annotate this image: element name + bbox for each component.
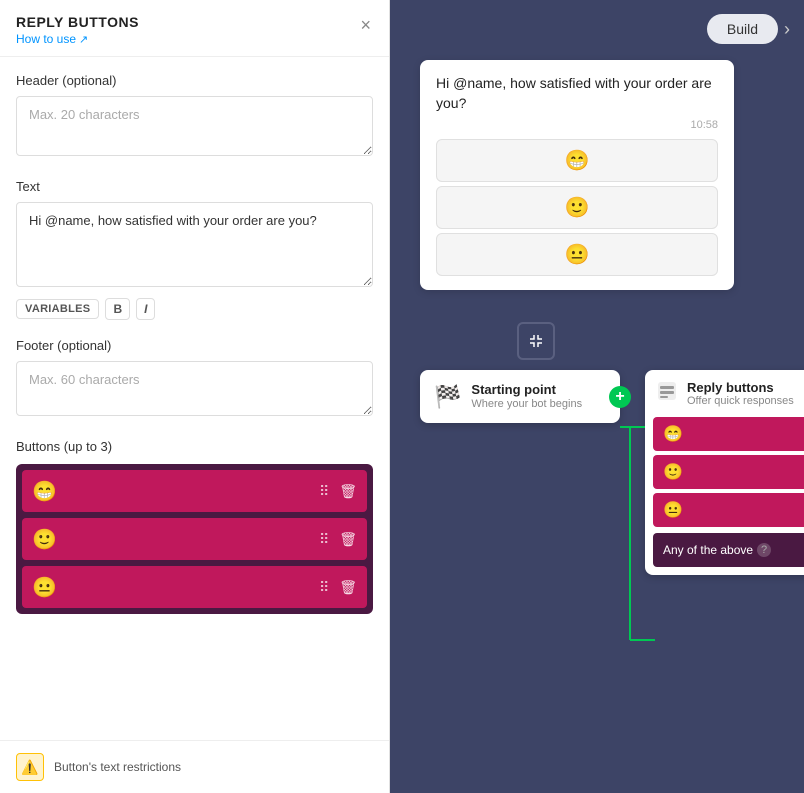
collapse-button[interactable] xyxy=(517,322,555,360)
delete-icon-2[interactable]: 🗑 xyxy=(339,531,357,548)
chat-timestamp: 10:58 xyxy=(436,119,718,131)
panel-subtitle-link[interactable]: How to use ↗ xyxy=(16,32,139,46)
rb-node-text: Reply buttons Offer quick responses xyxy=(687,380,794,407)
build-button[interactable]: Build xyxy=(707,14,778,44)
button-row-1[interactable]: 😁 ⠿ 🗑 xyxy=(22,470,367,512)
header-input[interactable] xyxy=(16,96,373,156)
rb-list-icon xyxy=(657,381,677,406)
header-label: Header (optional) xyxy=(16,73,373,88)
rb-node-header: Reply buttons Offer quick responses xyxy=(645,370,804,417)
right-panel: Build › Hi @name, how satisfied with you… xyxy=(390,0,804,793)
panel-title-group: REPLY BUTTONS How to use ↗ xyxy=(16,14,139,46)
flag-icon: 🏁 xyxy=(434,384,461,410)
panel-body: Header (optional) Text Hi @name, how sat… xyxy=(0,57,389,740)
chat-message-text: Hi @name, how satisfied with your order … xyxy=(436,74,718,113)
italic-button[interactable]: I xyxy=(136,298,155,320)
button-3-emoji: 😐 xyxy=(32,575,319,600)
starting-point-title: Starting point xyxy=(471,382,582,397)
chat-bubble: Hi @name, how satisfied with your order … xyxy=(420,60,734,290)
rb-node-btn-3: 😐 + xyxy=(653,493,804,527)
rb-node-btn-1: 😁 + xyxy=(653,417,804,451)
drag-icon-3[interactable]: ⠿ xyxy=(319,579,329,596)
drag-icon-2[interactable]: ⠿ xyxy=(319,531,329,548)
chat-emoji-buttons: 😁 🙂 😐 xyxy=(436,139,718,276)
rb-node-subtitle: Offer quick responses xyxy=(687,395,794,407)
buttons-container: 😁 ⠿ 🗑 🙂 ⠿ 🗑 😐 ⠿ xyxy=(16,464,373,614)
header-section: Header (optional) xyxy=(16,73,373,161)
close-button[interactable]: × xyxy=(358,14,373,36)
button-1-actions: ⠿ 🗑 xyxy=(319,483,357,500)
footer-input[interactable] xyxy=(16,361,373,416)
footer-section: Footer (optional) xyxy=(16,338,373,421)
panel-title: REPLY BUTTONS xyxy=(16,14,139,30)
button-3-actions: ⠿ 🗑 xyxy=(319,579,357,596)
rb-node-buttons: 😁 + 🙂 + 😐 + xyxy=(645,417,804,527)
external-link-icon: ↗ xyxy=(79,33,88,46)
chat-emoji-btn-3[interactable]: 😐 xyxy=(436,233,718,276)
chat-area: Hi @name, how satisfied with your order … xyxy=(420,60,774,290)
starting-point-header: 🏁 Starting point Where your bot begins xyxy=(434,382,606,411)
starting-point-subtitle: Where your bot begins xyxy=(471,397,582,411)
variables-button[interactable]: VARIABLES xyxy=(16,299,99,319)
bold-button[interactable]: B xyxy=(105,298,130,320)
button-row-3[interactable]: 😐 ⠿ 🗑 xyxy=(22,566,367,608)
chat-emoji-btn-1[interactable]: 😁 xyxy=(436,139,718,182)
reply-buttons-icon xyxy=(657,381,677,401)
starting-point-node: 🏁 Starting point Where your bot begins + xyxy=(420,370,620,423)
footer-label: Footer (optional) xyxy=(16,338,373,353)
rb-node-btn-2: 🙂 + xyxy=(653,455,804,489)
text-toolbar: VARIABLES B I xyxy=(16,292,373,320)
button-2-actions: ⠿ 🗑 xyxy=(319,531,357,548)
rb-any-text-group: Any of the above ? xyxy=(663,543,771,557)
rb-node-emoji-1: 😁 xyxy=(663,424,683,444)
buttons-label: Buttons (up to 3) xyxy=(16,439,373,454)
drag-icon-1[interactable]: ⠿ xyxy=(319,483,329,500)
button-row-2[interactable]: 🙂 ⠿ 🗑 xyxy=(22,518,367,560)
restriction-bar: ⚠️ Button's text restrictions xyxy=(0,740,389,793)
delete-icon-3[interactable]: 🗑 xyxy=(339,579,357,596)
button-1-emoji: 😁 xyxy=(32,479,319,504)
restriction-text: Button's text restrictions xyxy=(54,760,181,774)
any-question-icon: ? xyxy=(757,543,771,557)
warning-icon: ⚠️ xyxy=(16,753,44,781)
rb-node-emoji-3: 😐 xyxy=(663,500,683,520)
starting-point-text: Starting point Where your bot begins xyxy=(471,382,582,411)
top-bar: Build › xyxy=(707,14,790,44)
rb-node-emoji-2: 🙂 xyxy=(663,462,683,482)
delete-icon-1[interactable]: 🗑 xyxy=(339,483,357,500)
left-panel: REPLY BUTTONS How to use ↗ × Header (opt… xyxy=(0,0,390,793)
chat-emoji-btn-2[interactable]: 🙂 xyxy=(436,186,718,229)
rb-any-row: Any of the above ? + xyxy=(653,533,804,567)
rb-any-label: Any of the above xyxy=(663,543,753,557)
compress-icon xyxy=(528,333,544,349)
buttons-section: Buttons (up to 3) 😁 ⠿ 🗑 🙂 ⠿ 🗑 xyxy=(16,439,373,614)
more-button[interactable]: › xyxy=(784,19,790,40)
panel-header: REPLY BUTTONS How to use ↗ × xyxy=(0,0,389,57)
text-label: Text xyxy=(16,179,373,194)
starting-point-plus[interactable]: + xyxy=(609,386,631,408)
text-input[interactable]: Hi @name, how satisfied with your order … xyxy=(16,202,373,287)
rb-node-title: Reply buttons xyxy=(687,380,794,395)
reply-buttons-node: Reply buttons Offer quick responses 😁 + … xyxy=(645,370,804,575)
text-section: Text Hi @name, how satisfied with your o… xyxy=(16,179,373,320)
button-2-emoji: 🙂 xyxy=(32,527,319,552)
